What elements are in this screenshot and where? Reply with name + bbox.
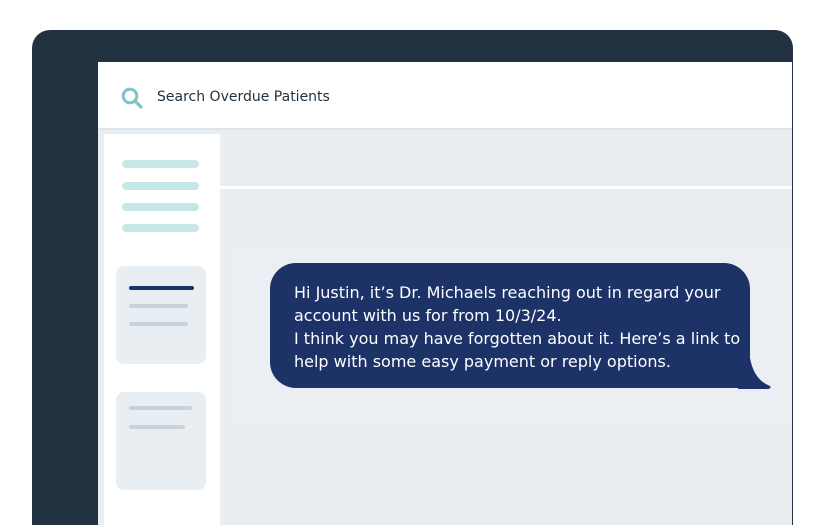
search-input[interactable]: Search Overdue Patients <box>157 89 330 105</box>
patient-card-selected[interactable] <box>116 266 206 364</box>
message-text-line: help with some easy payment or reply opt… <box>294 352 671 371</box>
card-text-placeholder <box>129 425 185 429</box>
patient-card[interactable] <box>116 392 206 490</box>
sidebar-item-placeholder[interactable] <box>122 203 199 211</box>
search-icon[interactable] <box>121 87 143 109</box>
card-title-placeholder <box>129 286 194 290</box>
sidebar-item-placeholder[interactable] <box>122 160 199 168</box>
card-text-placeholder <box>129 322 188 326</box>
message-bubble: Hi Justin, it’s Dr. Michaels reaching ou… <box>270 263 750 388</box>
sidebar-item-placeholder[interactable] <box>122 224 199 232</box>
sidebar-item-placeholder[interactable] <box>122 182 199 190</box>
message-text-line: I think you may have forgotten about it.… <box>294 329 741 348</box>
conversation-header <box>220 130 792 189</box>
sidebar <box>104 134 220 525</box>
card-title-placeholder <box>129 406 192 410</box>
message-text-line: account with us for from 10/3/24. <box>294 306 562 325</box>
card-text-placeholder <box>129 304 188 308</box>
message-text-line: Hi Justin, it’s Dr. Michaels reaching ou… <box>294 283 721 302</box>
search-bar[interactable]: Search Overdue Patients <box>98 62 792 130</box>
app-screen: Search Overdue Patients Hi Justin, it’s … <box>98 62 792 525</box>
